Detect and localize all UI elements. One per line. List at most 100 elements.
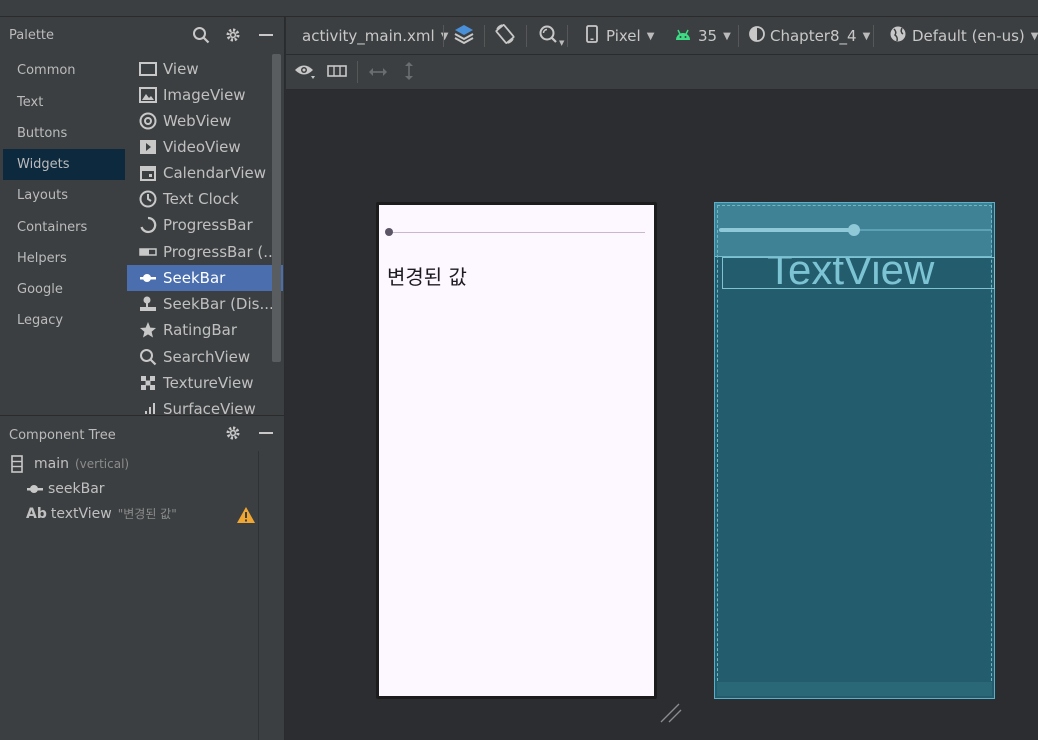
- category-buttons[interactable]: Buttons: [3, 118, 125, 149]
- calendar-icon: [139, 164, 157, 182]
- widget-calendarview[interactable]: CalendarView: [127, 160, 283, 186]
- view-options-button[interactable]: [294, 55, 316, 90]
- preview-seekbar-thumb[interactable]: [385, 228, 393, 236]
- chevron-down-icon: ▼: [723, 30, 731, 42]
- widget-progressbar[interactable]: ProgressBar: [127, 212, 283, 238]
- category-helpers[interactable]: Helpers: [3, 243, 125, 274]
- expand-vertical-button[interactable]: [403, 55, 415, 90]
- minimize-icon[interactable]: [256, 25, 276, 45]
- view-options-toolbar: [286, 55, 1038, 90]
- theme-dropdown[interactable]: Chapter8_4 ▼: [748, 17, 870, 55]
- chevron-down-icon: ▼: [646, 30, 655, 42]
- widget-label: View: [163, 60, 199, 78]
- category-common[interactable]: Common: [3, 55, 125, 86]
- widget-list-scrollbar[interactable]: [272, 54, 281, 362]
- seekbar-icon: [26, 480, 44, 498]
- search-icon[interactable]: [191, 25, 211, 45]
- file-name: activity_main.xml: [302, 27, 435, 45]
- widget-seekbar-discrete[interactable]: SeekBar (Dis...: [127, 291, 283, 317]
- blueprint-textview[interactable]: TextView: [722, 257, 995, 289]
- night-mode-icon: [537, 23, 559, 49]
- linear-layout-icon: [8, 455, 26, 473]
- phone-icon: [586, 25, 598, 47]
- chevron-down-icon: ▼: [862, 30, 871, 42]
- widget-label: ProgressBar (...: [163, 243, 278, 261]
- toolbar-separator: [567, 25, 568, 47]
- blueprint-bottom-edge: [717, 682, 992, 696]
- palette-header: Palette: [0, 17, 285, 53]
- toolbar-separator: [484, 25, 485, 47]
- widget-webview[interactable]: WebView: [127, 108, 283, 134]
- toolbar-separator: [357, 61, 358, 83]
- text-type-icon: Ab: [26, 505, 47, 522]
- widget-label: TextureView: [163, 374, 254, 392]
- file-dropdown[interactable]: activity_main.xml ▼: [302, 17, 448, 55]
- warning-icon[interactable]: [236, 506, 256, 528]
- expand-horizontal-button[interactable]: [368, 55, 388, 90]
- gear-icon[interactable]: [223, 423, 243, 443]
- tree-node-label: main: [34, 456, 69, 472]
- preview-textview[interactable]: 변경된 값: [387, 261, 467, 290]
- widget-label: SearchView: [163, 348, 251, 366]
- widget-label: CalendarView: [163, 164, 267, 182]
- preview-seekbar-track[interactable]: [390, 232, 645, 233]
- layers-button[interactable]: [453, 17, 475, 55]
- title-strip: [0, 0, 1038, 17]
- tree-node-seekbar[interactable]: seekBar: [26, 480, 105, 498]
- design-toolbar: activity_main.xml ▼ ▼ Pixel ▼ 35 ▼ Chapt…: [286, 17, 1038, 55]
- search-icon: [139, 348, 157, 366]
- tree-node-textview[interactable]: Ab textView "변경된 값": [26, 505, 177, 522]
- palette-categories: Common Text Buttons Widgets Layouts Cont…: [3, 55, 125, 415]
- image-icon: [139, 86, 157, 104]
- seekbar-icon: [139, 269, 157, 287]
- category-containers[interactable]: Containers: [3, 212, 125, 243]
- device-dropdown[interactable]: Pixel ▼: [586, 17, 654, 55]
- widget-label: SeekBar: [163, 269, 226, 287]
- widget-label: RatingBar: [163, 321, 238, 339]
- theme-icon: [748, 25, 766, 47]
- star-icon: [139, 321, 157, 339]
- blueprint-preview[interactable]: TextView: [714, 202, 995, 699]
- chevron-down-icon: ▼: [440, 30, 449, 42]
- rotate-icon: [494, 23, 516, 49]
- seekbar-discrete-icon: [139, 295, 157, 313]
- category-google[interactable]: Google: [3, 274, 125, 305]
- category-legacy[interactable]: Legacy: [3, 305, 125, 336]
- resize-handle-icon[interactable]: [660, 702, 682, 724]
- component-tree-header: Component Tree: [0, 415, 285, 451]
- design-preview[interactable]: 변경된 값: [376, 202, 657, 699]
- tree-node-main[interactable]: main (vertical): [8, 455, 129, 473]
- toolbar-separator: [526, 25, 527, 47]
- progress-bar-icon: [139, 243, 157, 261]
- widget-surfaceview[interactable]: SurfaceView: [127, 396, 283, 414]
- widget-videoview[interactable]: VideoView: [127, 134, 283, 160]
- minimize-icon[interactable]: [256, 423, 276, 443]
- api-level: 35: [698, 27, 718, 45]
- tree-node-note: (vertical): [74, 457, 130, 471]
- gear-icon[interactable]: [223, 25, 243, 45]
- widget-view[interactable]: View: [127, 56, 283, 82]
- api-dropdown[interactable]: 35 ▼: [674, 17, 731, 55]
- orientation-button[interactable]: [494, 17, 516, 55]
- globe-icon: [139, 112, 157, 130]
- widget-label: ProgressBar: [163, 216, 253, 234]
- night-mode-button[interactable]: ▼: [537, 17, 564, 55]
- play-icon: [139, 138, 157, 156]
- layout-columns-button[interactable]: [327, 55, 347, 90]
- widget-seekbar[interactable]: SeekBar: [127, 265, 283, 291]
- category-text[interactable]: Text: [3, 87, 125, 118]
- locale-dropdown[interactable]: Default (en-us) ▼: [889, 17, 1038, 55]
- widget-searchview[interactable]: SearchView: [127, 344, 283, 370]
- widget-imageview[interactable]: ImageView: [127, 82, 283, 108]
- chevron-down-icon: ▼: [559, 39, 565, 47]
- widget-textureview[interactable]: TextureView: [127, 370, 283, 396]
- widget-progressbar-horizontal[interactable]: ProgressBar (...: [127, 239, 283, 265]
- widget-ratingbar[interactable]: RatingBar: [127, 317, 283, 343]
- tree-node-label: seekBar: [48, 481, 105, 497]
- palette-widget-list: View ImageView WebView VideoView Calenda…: [127, 54, 283, 414]
- toolbar-separator: [738, 25, 739, 47]
- widget-textclock[interactable]: Text Clock: [127, 186, 283, 212]
- category-widgets[interactable]: Widgets: [3, 149, 125, 180]
- category-layouts[interactable]: Layouts: [3, 180, 125, 211]
- layers-icon: [453, 23, 475, 49]
